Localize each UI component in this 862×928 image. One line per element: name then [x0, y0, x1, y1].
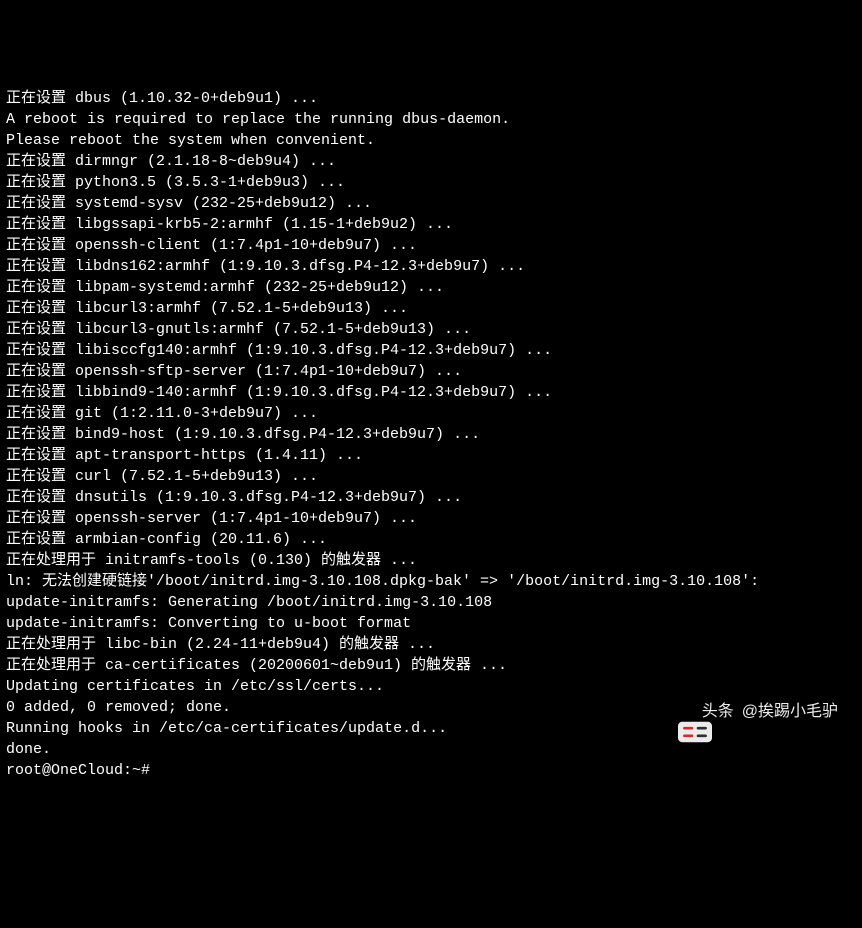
output-line: 正在设置 dbus (1.10.32-0+deb9u1) ...	[6, 88, 856, 109]
output-line: 正在处理用于 initramfs-tools (0.130) 的触发器 ...	[6, 550, 856, 571]
output-line: 正在设置 libpam-systemd:armhf (232-25+deb9u1…	[6, 277, 856, 298]
output-line: 正在设置 python3.5 (3.5.3-1+deb9u3) ...	[6, 172, 856, 193]
toutiao-icon	[660, 697, 694, 725]
output-line: A reboot is required to replace the runn…	[6, 109, 856, 130]
output-line: 正在设置 bind9-host (1:9.10.3.dfsg.P4-12.3+d…	[6, 424, 856, 445]
output-line: 正在设置 libcurl3-gnutls:armhf (7.52.1-5+deb…	[6, 319, 856, 340]
output-line: done.	[6, 739, 856, 760]
watermark-handle: @挨踢小毛驴	[742, 701, 838, 722]
output-line: 正在设置 libgssapi-krb5-2:armhf (1.15-1+deb9…	[6, 214, 856, 235]
output-line: ln: 无法创建硬链接'/boot/initrd.img-3.10.108.dp…	[6, 571, 856, 592]
output-line: 正在设置 curl (7.52.1-5+deb9u13) ...	[6, 466, 856, 487]
output-line: 正在设置 openssh-server (1:7.4p1-10+deb9u7) …	[6, 508, 856, 529]
terminal-output: 正在设置 dbus (1.10.32-0+deb9u1) ...A reboot…	[6, 88, 856, 781]
output-line: 正在设置 dirmngr (2.1.18-8~deb9u4) ...	[6, 151, 856, 172]
output-line: 正在设置 apt-transport-https (1.4.11) ...	[6, 445, 856, 466]
output-line: 正在设置 libisccfg140:armhf (1:9.10.3.dfsg.P…	[6, 340, 856, 361]
output-line: 正在处理用于 ca-certificates (20200601~deb9u1)…	[6, 655, 856, 676]
output-line: 正在设置 libdns162:armhf (1:9.10.3.dfsg.P4-1…	[6, 256, 856, 277]
output-line: update-initramfs: Converting to u-boot f…	[6, 613, 856, 634]
output-line: update-initramfs: Generating /boot/initr…	[6, 592, 856, 613]
output-line: 正在设置 dnsutils (1:9.10.3.dfsg.P4-12.3+deb…	[6, 487, 856, 508]
output-line: 正在处理用于 libc-bin (2.24-11+deb9u4) 的触发器 ..…	[6, 634, 856, 655]
output-line: Updating certificates in /etc/ssl/certs.…	[6, 676, 856, 697]
prompt-line[interactable]: root@OneCloud:~#	[6, 760, 856, 781]
output-line: 正在设置 libcurl3:armhf (7.52.1-5+deb9u13) .…	[6, 298, 856, 319]
output-line: Please reboot the system when convenient…	[6, 130, 856, 151]
output-line: 正在设置 openssh-client (1:7.4p1-10+deb9u7) …	[6, 235, 856, 256]
output-line: 正在设置 git (1:2.11.0-3+deb9u7) ...	[6, 403, 856, 424]
watermark: 头条 @挨踢小毛驴	[660, 697, 838, 725]
output-line: 正在设置 systemd-sysv (232-25+deb9u12) ...	[6, 193, 856, 214]
output-line: 正在设置 libbind9-140:armhf (1:9.10.3.dfsg.P…	[6, 382, 856, 403]
output-line: 正在设置 openssh-sftp-server (1:7.4p1-10+deb…	[6, 361, 856, 382]
output-line: 正在设置 armbian-config (20.11.6) ...	[6, 529, 856, 550]
